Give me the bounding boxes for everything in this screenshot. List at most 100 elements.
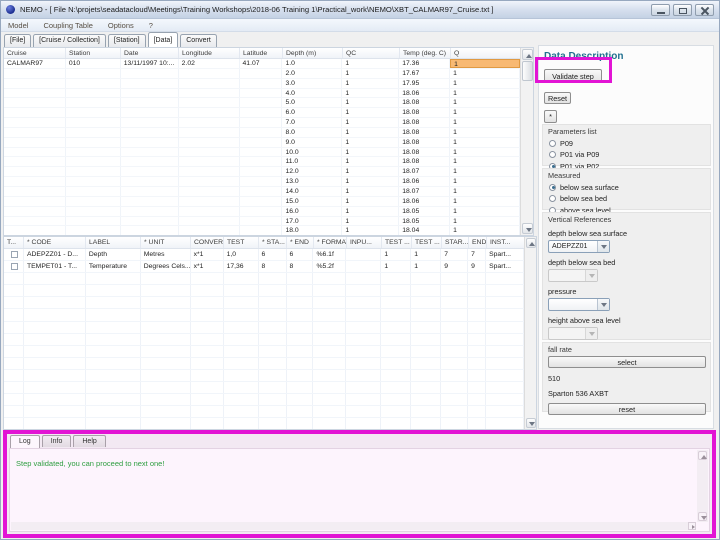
cell[interactable] [240,118,283,127]
cell[interactable]: 1 [342,226,400,235]
cell[interactable] [179,157,240,167]
cell[interactable] [121,157,179,167]
cell[interactable] [179,196,240,206]
cell[interactable]: 8 [259,261,287,273]
cell[interactable]: 1 [342,177,400,186]
scrollbar-thumb[interactable] [522,61,533,81]
cell[interactable]: 1 [381,249,412,261]
cell[interactable]: 1 [342,137,400,147]
cell[interactable] [4,88,66,98]
cell[interactable] [179,147,240,157]
cell[interactable] [121,118,179,127]
cell[interactable] [179,108,240,118]
cell[interactable] [121,186,179,196]
cell[interactable] [121,216,179,226]
scroll-right-button[interactable] [688,522,696,530]
cell[interactable]: Metres [141,249,191,261]
cell[interactable] [121,177,179,186]
depth-below-sea-surface-select[interactable]: ADEPZZ01 [548,240,610,253]
log-scrollbar-horizontal[interactable] [11,522,696,530]
cell[interactable] [4,186,66,196]
cell[interactable] [240,137,283,147]
cell[interactable]: 12.0 [282,167,343,177]
cell[interactable]: 10.0 [282,147,343,157]
cell[interactable]: %5.2f [313,261,347,273]
cell[interactable] [66,68,121,78]
cell[interactable]: 010 [66,59,121,68]
cell[interactable]: 7 [468,249,487,261]
cell[interactable]: 1 [411,261,442,273]
cell[interactable]: 17.0 [282,216,343,226]
cell[interactable]: 15.0 [282,196,343,206]
cell[interactable]: CALMAR97 [4,59,66,68]
cell[interactable]: 1 [342,127,400,137]
cell[interactable] [66,177,121,186]
cell[interactable] [66,78,121,88]
cell[interactable] [240,127,283,137]
cell[interactable] [66,127,121,137]
cell[interactable]: 18.08 [399,118,451,127]
cell[interactable]: 18.06 [399,196,451,206]
cell[interactable]: 18.08 [399,137,451,147]
cell[interactable]: 1 [450,147,520,157]
cell[interactable] [4,157,66,167]
cell[interactable]: 1 [342,88,400,98]
cell[interactable] [4,108,66,118]
row-checkbox[interactable] [11,251,18,258]
cell[interactable] [240,167,283,177]
cell[interactable] [179,177,240,186]
cell[interactable]: 18.04 [399,226,451,235]
cell[interactable]: 1 [450,137,520,147]
validate-step-button[interactable]: Validate step [544,69,602,83]
cell[interactable] [179,88,240,98]
cell[interactable]: 6 [259,249,287,261]
cell[interactable]: 18.08 [399,147,451,157]
maximize-button[interactable] [673,4,692,16]
cell[interactable]: 1 [450,226,520,235]
scroll-down-button[interactable] [522,223,533,234]
cell[interactable] [66,157,121,167]
cell[interactable]: x*1 [191,249,224,261]
scroll-up-button[interactable] [698,451,707,460]
cell[interactable] [121,108,179,118]
cell[interactable]: 13/11/1997 10:... [121,59,179,68]
cell[interactable]: 13.0 [282,177,343,186]
cell[interactable] [66,118,121,127]
row-checkbox[interactable] [11,263,18,271]
close-button[interactable] [695,4,714,16]
pressure-select[interactable] [548,298,610,311]
cell[interactable]: 18.08 [399,127,451,137]
cell[interactable]: 18.05 [399,216,451,226]
cell[interactable]: Temperature [86,261,141,273]
cell[interactable] [66,206,121,216]
cell[interactable] [179,137,240,147]
cell[interactable]: 18.06 [399,177,451,186]
cell[interactable] [4,249,24,261]
cell[interactable]: Depth [86,249,141,261]
cell[interactable]: 1 [450,88,520,98]
cell[interactable]: Spart... [486,261,524,273]
cell[interactable]: 1 [342,216,400,226]
cell[interactable] [4,261,24,273]
log-tab-log[interactable]: Log [10,435,40,448]
cell[interactable] [66,137,121,147]
cell[interactable] [4,147,66,157]
cell[interactable]: 4.0 [282,88,343,98]
asterisk-button[interactable]: * [544,110,557,123]
cell[interactable]: 1 [342,186,400,196]
cell[interactable] [240,147,283,157]
menu-item-options[interactable]: Options [108,21,134,30]
cell[interactable]: 1 [411,249,442,261]
cell[interactable]: 1 [342,78,400,88]
scroll-down-button[interactable] [698,512,707,521]
cell[interactable] [121,167,179,177]
measured-option-below-sea-bed[interactable]: below sea bed [543,192,710,203]
scroll-up-button[interactable] [522,49,533,60]
cell[interactable]: 1 [342,167,400,177]
cell[interactable]: 18.08 [399,108,451,118]
cell[interactable] [4,78,66,88]
reset-button[interactable]: Reset [544,92,571,104]
cell[interactable] [4,167,66,177]
cell[interactable]: 1 [342,108,400,118]
cell[interactable] [66,196,121,206]
